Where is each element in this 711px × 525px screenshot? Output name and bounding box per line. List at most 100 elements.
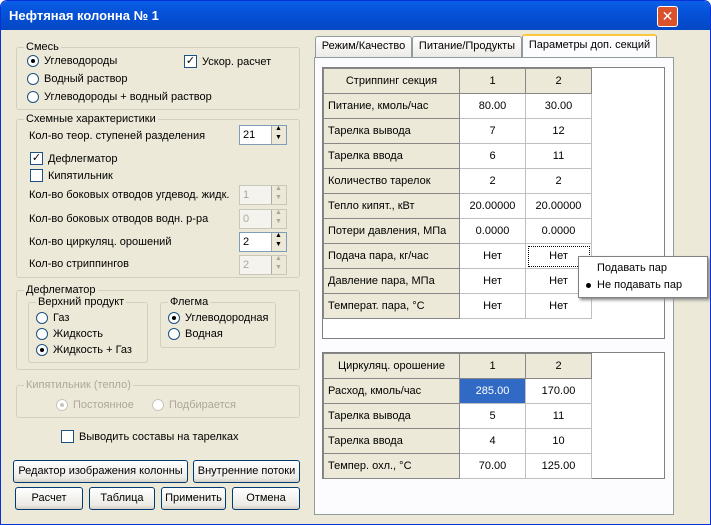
row-label: Потери давления, МПа bbox=[323, 218, 460, 244]
stages-label: Кол-во теор. ступеней разделения bbox=[29, 130, 206, 142]
cell-value[interactable]: 10 bbox=[525, 428, 592, 454]
row-label: Тепло кипят., кВт bbox=[323, 193, 460, 219]
phlegm-legend: Флегма bbox=[168, 296, 211, 308]
flows-button[interactable]: Внутренние потоки bbox=[193, 460, 300, 483]
boil-radio-const[interactable] bbox=[56, 399, 68, 411]
strip-count-spinner[interactable]: 2 bbox=[239, 255, 287, 275]
mix-opt1-label: Углеводороды bbox=[44, 55, 118, 67]
table-row: Давление пара, МПа Нет Нет bbox=[323, 268, 592, 294]
cell-value[interactable]: Нет bbox=[459, 243, 526, 269]
top-radio-liquid[interactable] bbox=[36, 328, 48, 340]
deflegm-checkbox[interactable]: ✓ bbox=[30, 152, 43, 165]
table-row: Питание, кмоль/час 80.00 30.00 bbox=[323, 93, 592, 119]
row-label: Темпер. охл., °С bbox=[323, 453, 460, 479]
cancel-button[interactable]: Отмена bbox=[232, 487, 300, 510]
cell-value[interactable]: 70.00 bbox=[459, 453, 526, 479]
cell-value[interactable]: 30.00 bbox=[525, 93, 592, 119]
mix-radio-water[interactable] bbox=[27, 73, 39, 85]
title-bar[interactable]: Нефтяная колонна № 1 ✕ bbox=[1, 1, 710, 30]
strip-count-value: 2 bbox=[243, 259, 250, 271]
strip-col-2: 2 bbox=[525, 68, 592, 94]
mix-opt3-label: Углеводороды + водный раствор bbox=[44, 91, 212, 103]
cell-value[interactable]: 11 bbox=[525, 403, 592, 429]
side-hc-spinner[interactable]: 1 bbox=[239, 185, 287, 205]
strip-col-1: 1 bbox=[459, 68, 526, 94]
calc-button[interactable]: Расчет bbox=[15, 487, 83, 510]
defl-legend: Дефлегматор bbox=[24, 284, 98, 296]
row-label: Тарелка вывода bbox=[323, 118, 460, 144]
accel-checkbox[interactable]: ✓ bbox=[184, 55, 197, 68]
cell-value[interactable]: 20.00000 bbox=[525, 193, 592, 219]
cell-value[interactable]: 12 bbox=[525, 118, 592, 144]
cell-value[interactable]: 125.00 bbox=[525, 453, 592, 479]
accel-label: Ускор. расчет bbox=[202, 56, 272, 68]
strip-header: Стриппинг секция bbox=[323, 68, 460, 94]
menu-item-no-steam[interactable]: Не подавать пар bbox=[579, 277, 707, 294]
table-row: Тарелка ввода 4 10 bbox=[323, 428, 592, 454]
table-row: Тарелка вывода 5 11 bbox=[323, 403, 592, 429]
boiler-label: Кипятильник bbox=[48, 170, 113, 182]
cell-value[interactable]: 7 bbox=[459, 118, 526, 144]
cell-value[interactable]: Нет bbox=[459, 293, 526, 319]
spinner-arrows-icon[interactable] bbox=[271, 125, 286, 144]
menu-item-supply-steam[interactable]: Подавать пар bbox=[579, 260, 707, 277]
cell-value[interactable]: 170.00 bbox=[525, 378, 592, 404]
strip-table: Стриппинг секция 1 2 Питание, кмоль/час 8… bbox=[323, 68, 592, 319]
top-product-legend: Верхний продукт bbox=[36, 296, 127, 308]
context-menu: Подавать пар Не подавать пар bbox=[578, 256, 708, 298]
cell-value[interactable]: 285.00 bbox=[459, 378, 526, 404]
editor-button[interactable]: Редактор изображения колонны bbox=[13, 460, 188, 483]
tab-mode[interactable]: Режим/Качество bbox=[315, 36, 412, 57]
mix-radio-both[interactable] bbox=[27, 91, 39, 103]
cell-value[interactable]: 20.00000 bbox=[459, 193, 526, 219]
spinner-arrows-icon bbox=[271, 185, 286, 204]
cell-value[interactable]: 0.0000 bbox=[525, 218, 592, 244]
cell-value[interactable]: 11 bbox=[525, 143, 592, 169]
table-button[interactable]: Таблица bbox=[89, 487, 155, 510]
row-label: Температ. пара, °С bbox=[323, 293, 460, 319]
boil-o1-label: Постоянное bbox=[73, 399, 134, 411]
mix-radio-hydrocarbons[interactable] bbox=[27, 55, 39, 67]
top2-label: Жидкость bbox=[53, 328, 104, 340]
cell-value[interactable]: 2 bbox=[459, 168, 526, 194]
top1-label: Газ bbox=[53, 312, 70, 324]
apply-button[interactable]: Применить bbox=[161, 487, 226, 510]
scheme-legend: Схемные характеристики bbox=[24, 113, 158, 125]
cell-value[interactable]: 2 bbox=[525, 168, 592, 194]
boiler-checkbox[interactable] bbox=[30, 169, 43, 182]
circ-count-spinner[interactable]: 2 bbox=[239, 232, 287, 252]
cell-value[interactable]: 6 bbox=[459, 143, 526, 169]
top-radio-liquid-gas[interactable] bbox=[36, 344, 48, 356]
circ-count-value[interactable]: 2 bbox=[243, 236, 249, 248]
table-row: Подача пара, кг/час Нет Нет bbox=[323, 243, 592, 269]
phlegm-group: Флегма bbox=[160, 296, 276, 348]
top-radio-gas[interactable] bbox=[36, 312, 48, 324]
close-icon[interactable]: ✕ bbox=[657, 6, 678, 27]
spinner-arrows-icon[interactable] bbox=[271, 232, 286, 251]
table-row: Темпер. охл., °С 70.00 125.00 bbox=[323, 453, 592, 479]
boil-legend: Кипятильник (тепло) bbox=[24, 379, 133, 391]
row-label: Количество тарелок bbox=[323, 168, 460, 194]
cell-value[interactable]: Нет bbox=[459, 268, 526, 294]
show-comp-checkbox[interactable] bbox=[61, 430, 74, 443]
boil-radio-fit[interactable] bbox=[152, 399, 164, 411]
row-label: Тарелка ввода bbox=[323, 428, 460, 454]
circ-count-label: Кол-во циркуляц. орошений bbox=[29, 236, 172, 248]
side-w-value: 0 bbox=[243, 213, 250, 225]
tab-feed[interactable]: Питание/Продукты bbox=[412, 36, 522, 57]
table-row: Тепло кипят., кВт 20.00000 20.00000 bbox=[323, 193, 592, 219]
table-row: Тарелка вывода 7 12 bbox=[323, 118, 592, 144]
tab-extra-sections[interactable]: Параметры доп. секций bbox=[522, 34, 657, 58]
cell-value[interactable]: 0.0000 bbox=[459, 218, 526, 244]
cell-value[interactable]: 5 bbox=[459, 403, 526, 429]
phlegm-radio-hc[interactable] bbox=[168, 312, 180, 324]
cell-value[interactable]: 80.00 bbox=[459, 93, 526, 119]
circ-header: Циркуляц. орошение bbox=[323, 353, 460, 379]
cell-value[interactable]: 4 bbox=[459, 428, 526, 454]
phlegm-radio-water[interactable] bbox=[168, 328, 180, 340]
circ-col-1: 1 bbox=[459, 353, 526, 379]
side-w-spinner[interactable]: 0 bbox=[239, 209, 287, 229]
stages-spinner[interactable]: 21 bbox=[239, 125, 287, 145]
stages-value[interactable]: 21 bbox=[243, 129, 255, 141]
ph1-label: Углеводородная bbox=[185, 312, 269, 324]
